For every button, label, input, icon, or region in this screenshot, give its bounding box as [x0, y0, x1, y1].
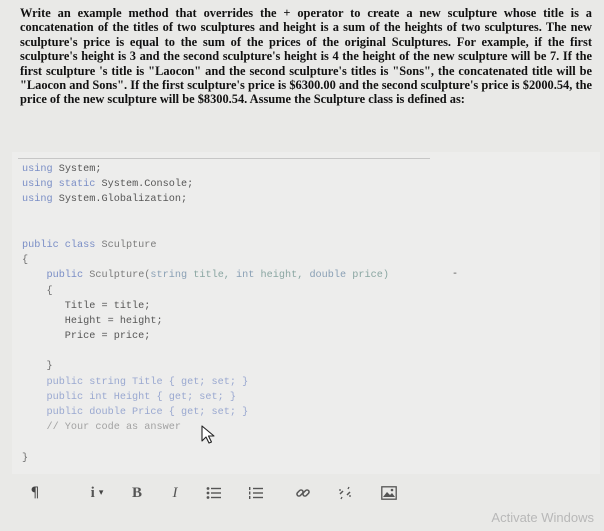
- chevron-down-icon: ▾: [98, 488, 104, 498]
- code-line-prop-height: public int Height { get; set; }: [46, 391, 236, 403]
- code-block[interactable]: using System; using static System.Console…: [22, 162, 389, 466]
- activate-windows-watermark: Activate Windows: [491, 510, 594, 525]
- editor-divider: [18, 158, 430, 159]
- code-line-class-decl: public class Sculpture: [22, 239, 157, 251]
- insert-image-button[interactable]: [378, 482, 400, 504]
- question-text: Write an example method that overrides t…: [20, 6, 592, 107]
- unlink-button[interactable]: [334, 482, 356, 504]
- code-line-ctor-close: }: [46, 361, 53, 373]
- bullet-list-button[interactable]: [203, 482, 225, 504]
- info-icon: i: [90, 484, 95, 501]
- trailing-dash: -: [452, 269, 459, 280]
- code-line-class-open: {: [22, 255, 29, 267]
- bold-button[interactable]: B: [128, 482, 146, 504]
- code-line-using-system: using System;: [22, 164, 102, 175]
- italic-button[interactable]: I: [166, 482, 184, 504]
- code-line-prop-title: public string Title { get; set; }: [46, 376, 249, 388]
- bullet-list-icon: [206, 487, 221, 499]
- code-line-assign-price: Price = price;: [64, 331, 151, 343]
- insert-link-button[interactable]: [292, 482, 314, 504]
- image-icon: [381, 486, 397, 500]
- link-icon: [296, 489, 310, 497]
- code-line-assign-title: Title = title;: [64, 300, 151, 312]
- paragraph-button[interactable]: ¶: [26, 482, 44, 504]
- code-line-prop-price: public double Price { get; set; }: [46, 407, 249, 418]
- unlink-icon: [339, 486, 351, 500]
- code-line-using-console: using static System.Console;: [22, 179, 194, 191]
- code-line-ctor-open: {: [46, 285, 53, 297]
- code-line-class-close: }: [22, 452, 29, 464]
- paragraph-icon: ¶: [30, 485, 40, 501]
- numbered-list-button[interactable]: [245, 482, 267, 504]
- code-line-constructor: public Sculpture(string title, int heigh…: [46, 270, 389, 282]
- mouse-cursor-icon: [201, 425, 215, 444]
- code-line-assign-height: Height = height;: [64, 315, 163, 327]
- info-dropdown-button[interactable]: i ▾: [80, 482, 114, 504]
- numbered-list-icon: [249, 487, 263, 499]
- code-line-using-globalization: using System.Globalization;: [22, 194, 188, 206]
